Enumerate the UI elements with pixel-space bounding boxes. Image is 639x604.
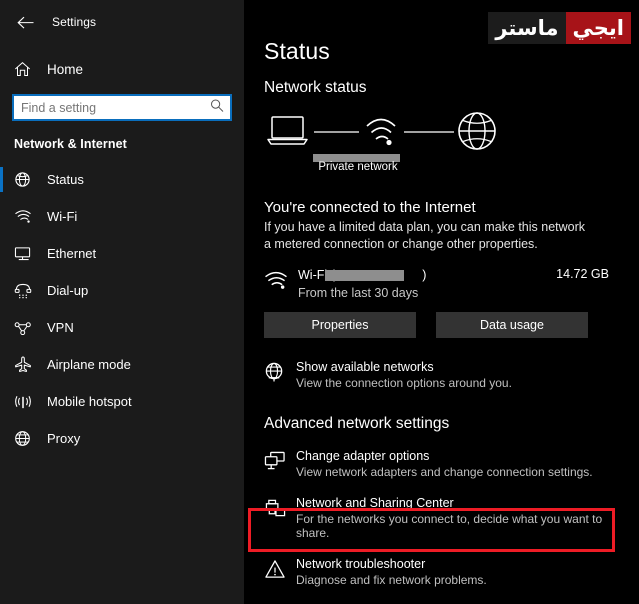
accent-bar [0, 426, 3, 451]
link-title: Show available networks [296, 360, 434, 374]
properties-button[interactable]: Properties [264, 312, 416, 338]
back-arrow-icon[interactable] [8, 8, 42, 36]
sidebar-item-label: VPN [47, 320, 74, 335]
sidebar-item-label: Mobile hotspot [47, 394, 132, 409]
network-and-sharing-center-link[interactable]: Network and Sharing Center For the netwo… [264, 496, 624, 540]
home-icon [14, 61, 40, 77]
watermark-red-text: ايجي [565, 12, 631, 44]
network-type-label: Private network [318, 161, 398, 173]
sharing-center-icon [264, 496, 296, 524]
accent-bar [0, 241, 3, 266]
watermark-dark-text: ماستر [488, 12, 566, 44]
app-title: Settings [52, 15, 97, 29]
sidebar-item-dial-up[interactable]: Dial-up [0, 272, 244, 309]
wifi-data-usage-amount: 14.72 GB [556, 267, 609, 281]
proxy-globe-icon [14, 430, 40, 447]
connected-description: If you have a limited data plan, you can… [264, 220, 586, 251]
sidebar-item-label: Proxy [47, 431, 81, 446]
watermark-logo: ايجي ماستر [488, 12, 631, 44]
accent-bar [0, 278, 3, 303]
wifi-signal-icon [366, 118, 396, 146]
adapter-monitor-icon [264, 449, 296, 476]
link-subtitle: For the networks you connect to, decide … [296, 512, 603, 540]
sidebar-item-airplane-mode[interactable]: Airplane mode [0, 346, 244, 383]
dialup-icon [14, 283, 40, 299]
sidebar-item-label: Status [47, 172, 84, 187]
sidebar-item-label: Ethernet [47, 246, 97, 261]
wifi-network-name: Wi-Fi (xxxxxxxxxxxxxx) [298, 268, 426, 282]
network-troubleshooter-link[interactable]: Network troubleshooter Diagnose and fix … [264, 557, 624, 587]
accent-bar [0, 315, 3, 340]
network-diagram: Private network [264, 111, 514, 173]
sidebar-item-label: Dial-up [47, 283, 89, 298]
troubleshooter-text: Network troubleshooter Diagnose and fix … [296, 557, 487, 587]
accent-bar [0, 204, 3, 229]
wifi-period: From the last 30 days [298, 286, 419, 300]
main-content: ايجي ماستر Status Network status Private… [244, 0, 639, 604]
link-subtitle: View network adapters and change connect… [296, 465, 593, 479]
wifi-name-redaction [325, 270, 404, 281]
wifi-icon [14, 209, 40, 224]
data-usage-button[interactable]: Data usage [436, 312, 588, 338]
change-adapter-options-link[interactable]: Change adapter options View network adap… [264, 449, 624, 479]
sidebar-home-label: Home [47, 61, 84, 77]
active-accent-bar [0, 167, 3, 192]
globe-icon [458, 112, 496, 150]
sidebar-item-home[interactable]: Home [0, 54, 244, 84]
sidebar-nav: Status Wi-Fi Ethernet Dial-up VPN Airpla… [0, 161, 244, 457]
ethernet-icon [14, 246, 40, 262]
link-title: Network troubleshooter [296, 557, 426, 571]
warning-triangle-icon [264, 557, 296, 584]
link-subtitle: Diagnose and fix network problems. [296, 573, 487, 587]
link-subtitle: View the connection options around you. [296, 376, 512, 390]
sidebar-group-title: Network & Internet [14, 137, 127, 151]
sidebar-item-proxy[interactable]: Proxy [0, 420, 244, 457]
globe-status-icon [14, 171, 40, 188]
wifi-name-suffix: ) [422, 268, 427, 282]
vpn-icon [14, 321, 40, 335]
sidebar-item-wi-fi[interactable]: Wi-Fi [0, 198, 244, 235]
sidebar-item-ethernet[interactable]: Ethernet [0, 235, 244, 272]
laptop-icon [267, 116, 308, 145]
wifi-info: Wi-Fi (xxxxxxxxxxxxxx) From the last 30 … [298, 266, 556, 300]
sidebar-item-mobile-hotspot[interactable]: Mobile hotspot [0, 383, 244, 420]
wifi-signal-icon [264, 266, 298, 295]
sidebar: Settings Home Network & Internet [0, 0, 244, 604]
network-diagram-graphic [267, 112, 496, 150]
accent-bar [0, 352, 3, 377]
back-arrow-glyph [16, 16, 33, 28]
sidebar-item-status[interactable]: Status [0, 161, 244, 198]
advanced-settings-heading: Advanced network settings [264, 415, 450, 432]
connected-title: You're connected to the Internet [264, 199, 476, 216]
airplane-icon [14, 356, 40, 373]
globe-network-icon [264, 360, 296, 388]
sidebar-item-label: Wi-Fi [47, 209, 78, 224]
search-input[interactable] [14, 96, 230, 119]
wifi-action-buttons: Properties Data usage [264, 312, 639, 338]
link-title: Network and Sharing Center [296, 496, 454, 510]
title-bar: Settings [0, 0, 244, 38]
network-status-heading: Network status [264, 79, 367, 96]
wifi-usage-row: Wi-Fi (xxxxxxxxxxxxxx) From the last 30 … [264, 266, 609, 300]
hotspot-icon [14, 394, 40, 410]
accent-bar [0, 389, 3, 414]
link-title: Change adapter options [296, 449, 430, 463]
change-adapter-text: Change adapter options View network adap… [296, 449, 593, 479]
settings-window: Settings Home Network & Internet [0, 0, 639, 604]
show-available-networks-link[interactable]: Show available networks View the connect… [264, 360, 624, 390]
sharing-center-text: Network and Sharing Center For the netwo… [296, 496, 624, 540]
show-networks-text: Show available networks View the connect… [296, 360, 512, 390]
search-box[interactable] [12, 94, 232, 121]
sidebar-item-label: Airplane mode [47, 357, 131, 372]
sidebar-item-vpn[interactable]: VPN [0, 309, 244, 346]
